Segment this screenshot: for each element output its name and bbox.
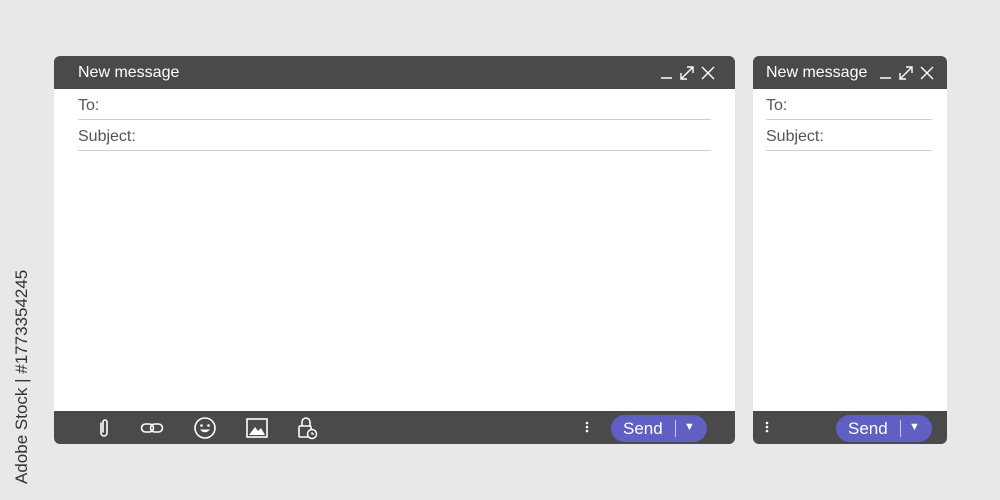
schedule-lock-icon[interactable] bbox=[295, 416, 319, 440]
dropdown-arrow-icon[interactable]: ▼ bbox=[909, 421, 920, 433]
maximize-icon[interactable] bbox=[679, 65, 695, 81]
send-button[interactable]: Send ▼ bbox=[836, 415, 932, 442]
subject-field[interactable]: Subject: bbox=[766, 121, 932, 151]
compose-toolbar: Send ▼ bbox=[54, 411, 735, 444]
send-label: Send bbox=[623, 419, 663, 438]
compose-window-small: New message To: Subject: Send ▼ bbox=[753, 56, 947, 444]
maximize-icon[interactable] bbox=[898, 65, 914, 81]
more-options-icon[interactable] bbox=[583, 419, 591, 437]
to-field[interactable]: To: bbox=[766, 90, 932, 120]
link-icon[interactable] bbox=[140, 416, 164, 440]
window-title: New message bbox=[78, 64, 180, 81]
subject-label: Subject: bbox=[766, 128, 824, 145]
window-title: New message bbox=[766, 64, 868, 81]
send-divider bbox=[675, 420, 676, 437]
close-icon[interactable] bbox=[700, 65, 716, 81]
subject-field[interactable]: Subject: bbox=[78, 121, 711, 151]
send-divider bbox=[900, 420, 901, 437]
to-label: To: bbox=[766, 97, 788, 114]
to-field[interactable]: To: bbox=[78, 90, 711, 120]
watermark-text: Adobe Stock | #1773354245 bbox=[12, 269, 31, 484]
compose-toolbar: Send ▼ bbox=[753, 411, 947, 444]
to-label: To: bbox=[78, 97, 100, 114]
emoji-icon[interactable] bbox=[193, 416, 217, 440]
minimize-icon[interactable] bbox=[659, 65, 675, 81]
title-bar: New message bbox=[753, 56, 947, 89]
dropdown-arrow-icon[interactable]: ▼ bbox=[684, 421, 695, 433]
title-bar: New message bbox=[54, 56, 735, 89]
paperclip-icon[interactable] bbox=[92, 416, 116, 440]
image-icon[interactable] bbox=[245, 416, 269, 440]
more-options-icon[interactable] bbox=[763, 419, 771, 437]
close-icon[interactable] bbox=[919, 65, 935, 81]
subject-label: Subject: bbox=[78, 128, 136, 145]
stock-watermark: Adobe Stock | #1773354245 bbox=[8, 256, 38, 486]
send-button[interactable]: Send ▼ bbox=[611, 415, 707, 442]
send-label: Send bbox=[848, 419, 888, 438]
compose-window-large: New message To: Subject: Send ▼ bbox=[54, 56, 735, 444]
minimize-icon[interactable] bbox=[878, 65, 894, 81]
